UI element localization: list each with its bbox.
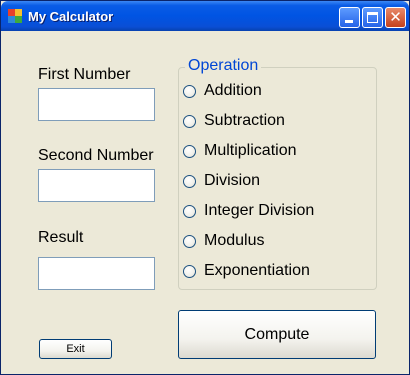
radio-circle-icon[interactable] [183,235,196,248]
exit-button[interactable]: Exit [39,339,112,359]
radio-circle-icon[interactable] [183,115,196,128]
radio-label: Multiplication [204,142,297,159]
radio-label: Division [204,172,261,189]
compute-button[interactable]: Compute [178,310,376,359]
second-number-input[interactable] [38,169,155,202]
radio-circle-icon[interactable] [183,145,196,158]
close-icon: ✕ [389,8,402,26]
radio-circle-icon[interactable] [183,175,196,188]
operation-group-title: Operation [185,57,262,75]
calculator-app-icon[interactable] [8,9,22,23]
minimize-icon [345,20,353,23]
radio-label: Exponentiation [204,262,310,279]
radio-label: Subtraction [204,112,285,129]
second-number-label: Second Number [38,147,154,164]
title-bar[interactable]: My Calculator ✕ [1,1,409,31]
radio-label: Addition [204,82,262,99]
minimize-button[interactable] [339,7,360,28]
maximize-icon [367,12,378,23]
window-title: My Calculator [28,9,114,24]
result-label: Result [38,229,84,246]
first-number-label: First Number [38,66,131,83]
radio-label: Integer Division [204,202,315,219]
close-button[interactable]: ✕ [385,7,406,28]
first-number-input[interactable] [38,88,155,121]
result-output[interactable] [38,257,155,290]
radio-label: Modulus [204,232,265,249]
maximize-button[interactable] [362,7,383,28]
radio-circle-icon[interactable] [183,85,196,98]
radio-circle-icon[interactable] [183,205,196,218]
calculator-window: My Calculator ✕ First Number Second Numb… [0,0,410,375]
radio-circle-icon[interactable] [183,265,196,278]
